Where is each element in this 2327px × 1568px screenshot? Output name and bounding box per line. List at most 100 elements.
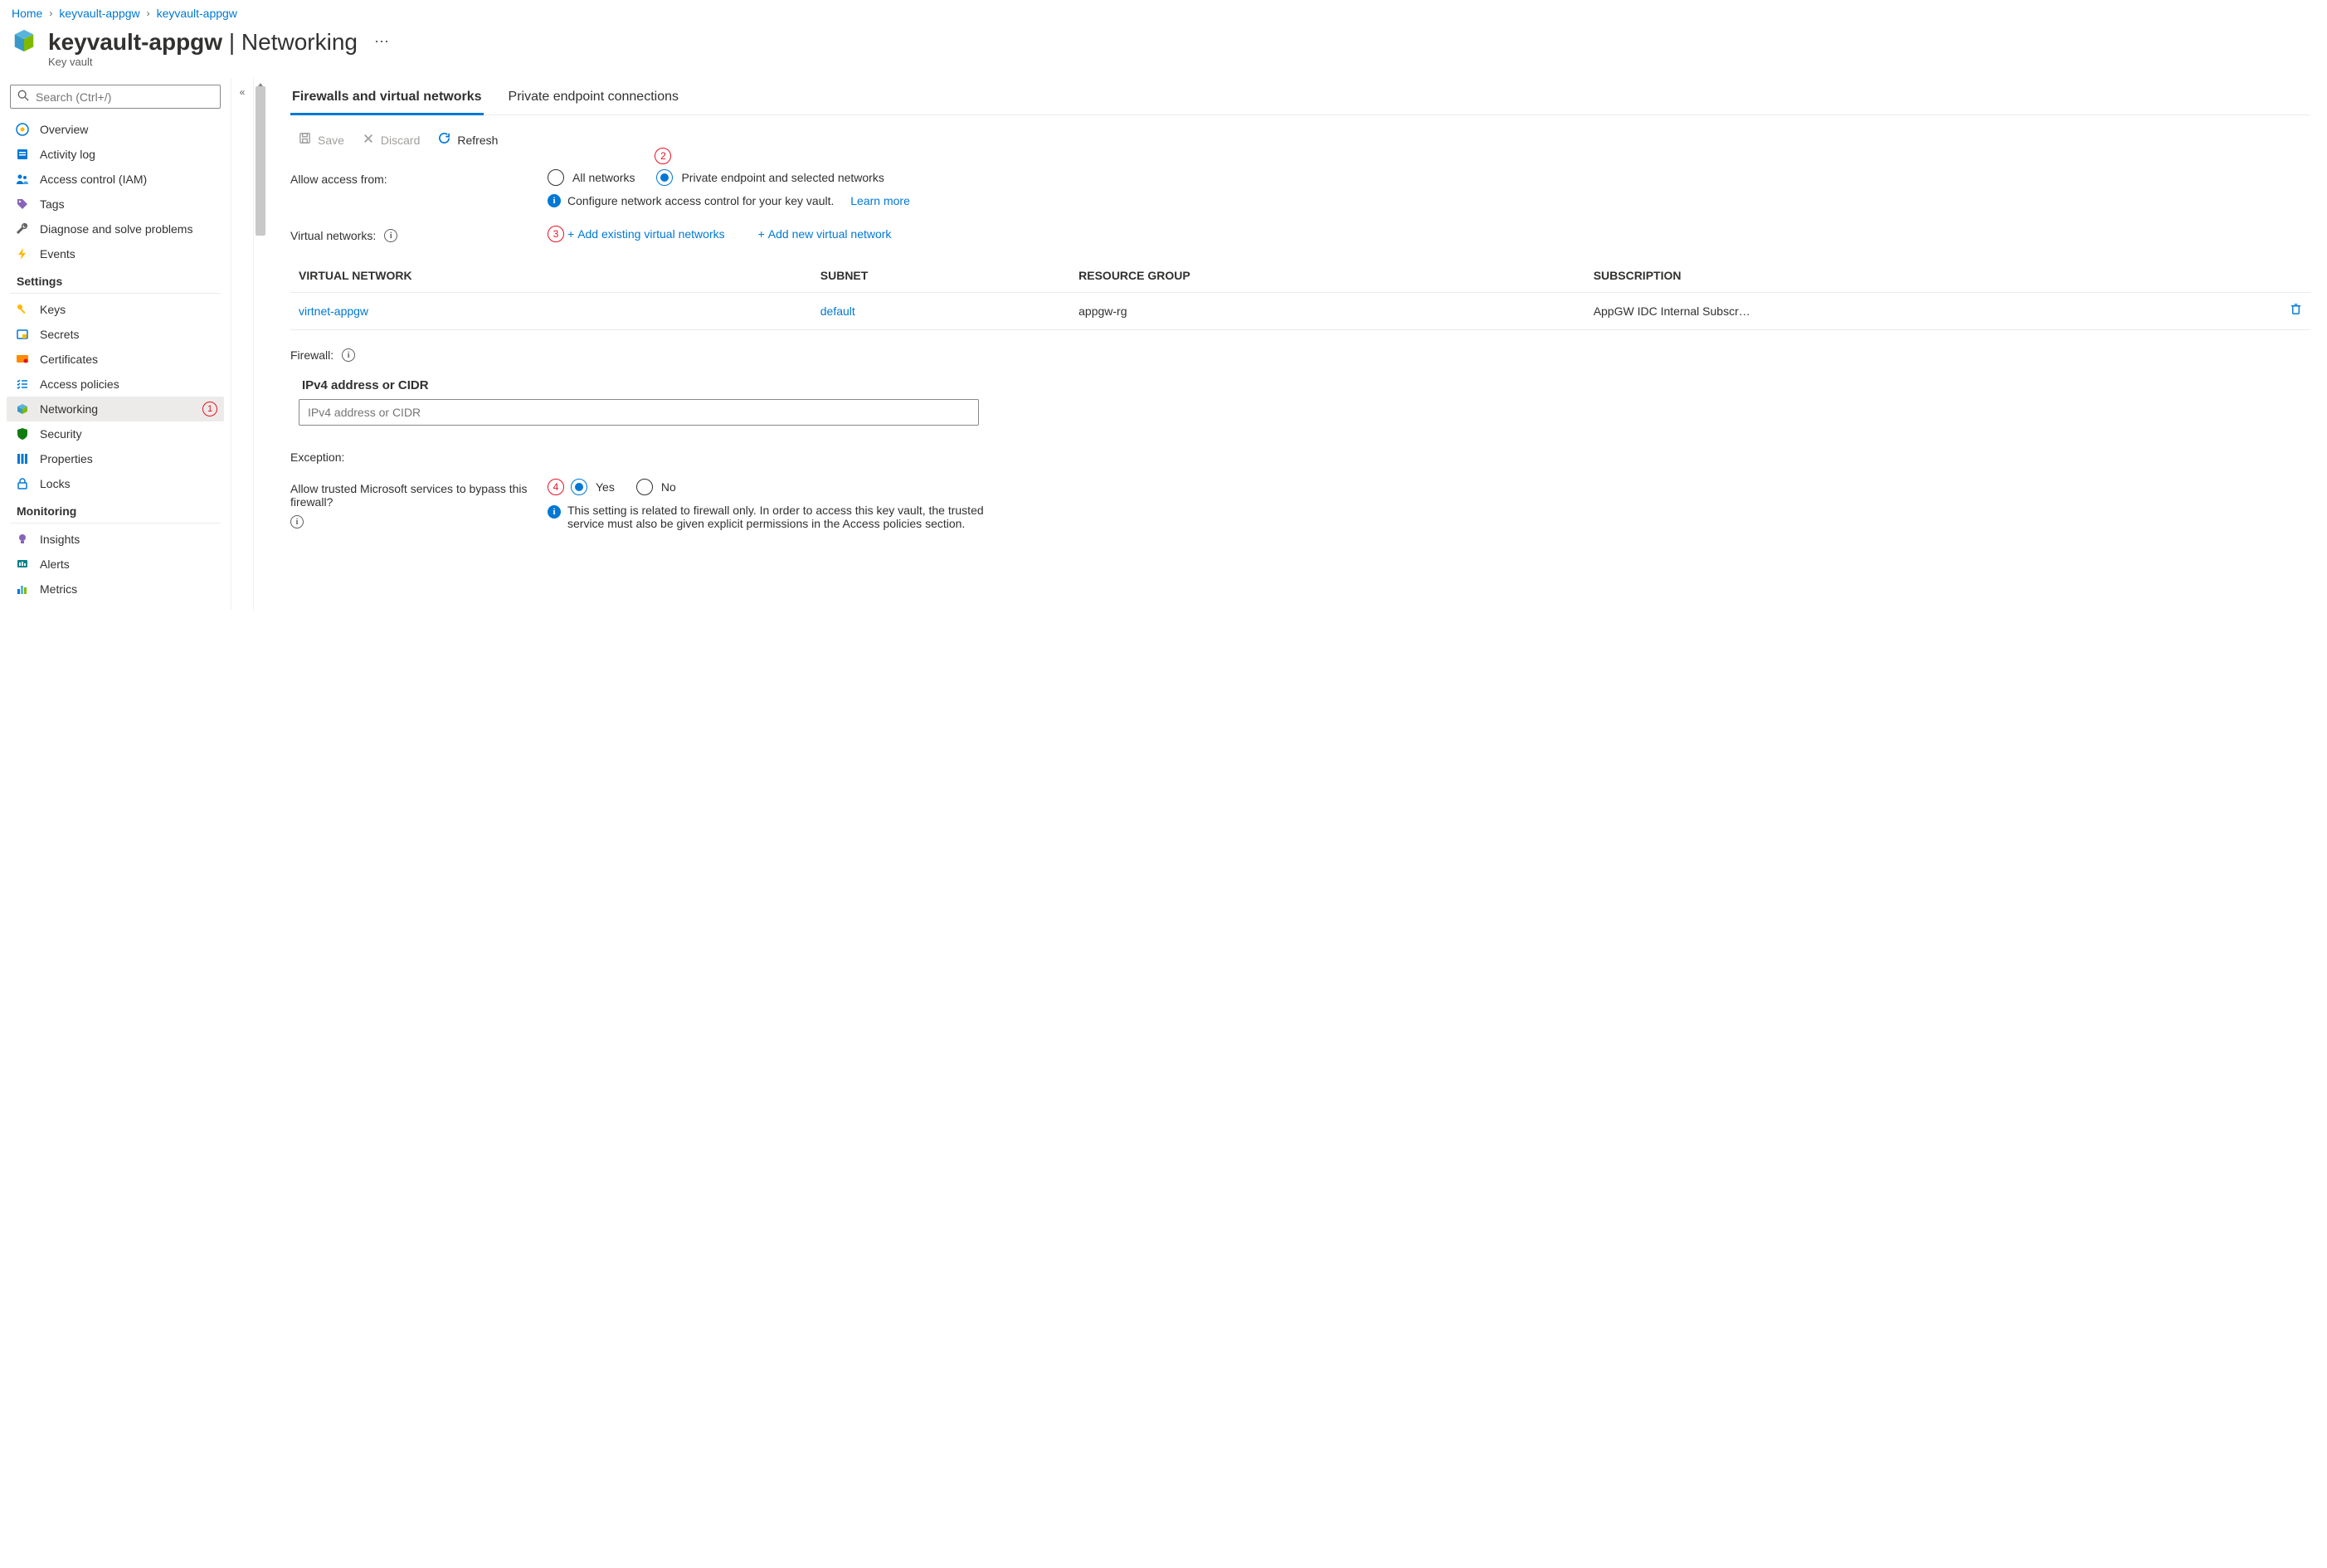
more-icon[interactable]: ⋯ (369, 33, 394, 51)
radio-icon (656, 169, 673, 186)
sidebar-item-activity[interactable]: Activity log (7, 142, 224, 167)
sidebar-item-access-policies[interactable]: Access policies (7, 372, 224, 397)
sidebar-item-overview[interactable]: Overview (7, 117, 224, 142)
key-icon (15, 303, 30, 316)
info-outline-icon[interactable]: i (384, 229, 397, 242)
exception-row: Allow trusted Microsoft services to bypa… (290, 472, 2310, 542)
vnet-table: VIRTUAL NETWORK SUBNET RESOURCE GROUP SU… (290, 259, 2310, 330)
access-info: i Configure network access control for y… (548, 186, 2310, 207)
page-title-row: keyvault-appgw | Networking ⋯ (0, 23, 2327, 57)
sidebar-item-label: Tags (40, 197, 65, 211)
col-vnet[interactable]: VIRTUAL NETWORK (290, 259, 812, 293)
scrollbar[interactable] (254, 78, 267, 610)
refresh-button[interactable]: Refresh (438, 132, 498, 148)
info-icon: i (548, 505, 561, 519)
info-outline-icon[interactable]: i (342, 348, 355, 362)
lock-icon (15, 477, 30, 490)
callout-1: 1 (202, 402, 217, 416)
sidebar-item-label: Diagnose and solve problems (40, 222, 192, 236)
sidebar-item-certs[interactable]: Certificates (7, 347, 224, 372)
chevron-left-double-icon: « (240, 86, 246, 98)
discard-button[interactable]: Discard (363, 133, 420, 148)
refresh-icon (438, 132, 450, 148)
toolbar: Save Discard Refresh (290, 127, 2310, 163)
sidebar-item-label: Security (40, 427, 82, 441)
close-icon (363, 133, 374, 148)
sidebar-item-keys[interactable]: Keys (7, 297, 224, 322)
tab-firewalls[interactable]: Firewalls and virtual networks (290, 83, 484, 115)
save-button[interactable]: Save (299, 132, 344, 148)
metrics-icon (15, 582, 30, 596)
shield-icon (15, 427, 30, 441)
sidebar-group-settings: Settings (10, 266, 221, 294)
subnet-link[interactable]: default (820, 304, 855, 318)
chevron-right-icon: › (147, 7, 150, 19)
sidebar-item-metrics[interactable]: Metrics (7, 577, 224, 601)
save-icon (299, 132, 311, 148)
sidebar-item-label: Secrets (40, 328, 79, 341)
vnet-row: Virtual networks: i 3 + Add existing vir… (290, 219, 2310, 254)
col-rg[interactable]: RESOURCE GROUP (1070, 259, 1585, 293)
col-sub[interactable]: SUBSCRIPTION (1585, 259, 2281, 293)
sidebar-item-label: Locks (40, 477, 71, 490)
tag-icon (15, 197, 30, 211)
callout-4: 4 (548, 479, 564, 495)
sidebar-item-label: Properties (40, 452, 93, 465)
info-outline-icon[interactable]: i (290, 515, 304, 528)
properties-icon (15, 452, 30, 465)
breadcrumb-l2[interactable]: keyvault-appgw (157, 7, 237, 20)
tab-private-endpoint[interactable]: Private endpoint connections (507, 83, 680, 114)
breadcrumb-l1[interactable]: keyvault-appgw (59, 7, 139, 20)
sidebar-item-diagnose[interactable]: Diagnose and solve problems (7, 217, 224, 241)
sidebar-item-networking[interactable]: Networking 1 (7, 397, 224, 421)
sidebar-item-iam[interactable]: Access control (IAM) (7, 167, 224, 192)
sidebar: Overview Activity log Access control (IA… (0, 78, 231, 610)
cidr-input[interactable] (299, 399, 979, 426)
radio-all-networks[interactable]: All networks (548, 169, 635, 186)
sidebar-item-events[interactable]: Events (7, 241, 224, 266)
breadcrumb-home[interactable]: Home (12, 7, 42, 20)
sidebar-group-monitoring: Monitoring (10, 496, 221, 523)
sidebar-item-label: Insights (40, 533, 80, 546)
col-subnet[interactable]: SUBNET (812, 259, 1070, 293)
sidebar-item-secrets[interactable]: Secrets (7, 322, 224, 347)
info-icon: i (548, 194, 561, 207)
sidebar-item-security[interactable]: Security (7, 421, 224, 446)
firewall-label: Firewall: (290, 348, 333, 362)
breadcrumb: Home › keyvault-appgw › keyvault-appgw (0, 0, 2327, 23)
radio-no[interactable]: No (636, 479, 676, 495)
sidebar-item-alerts[interactable]: Alerts (7, 552, 224, 577)
exception-question: Allow trusted Microsoft services to bypa… (290, 482, 548, 509)
add-new-vnet-link[interactable]: + Add new virtual network (758, 227, 892, 241)
sub-cell: AppGW IDC Internal Subscr… (1585, 293, 2281, 330)
content: Firewalls and virtual networks Private e… (267, 78, 2327, 610)
callout-3: 3 (548, 226, 564, 242)
chevron-right-icon: › (49, 7, 52, 19)
radio-private-endpoint[interactable]: 2 Private endpoint and selected networks (656, 169, 884, 186)
vnet-link[interactable]: virtnet-appgw (299, 304, 368, 318)
sidebar-item-label: Metrics (40, 582, 77, 596)
cidr-header: IPv4 address or CIDR (290, 370, 2310, 399)
delete-icon[interactable] (2290, 304, 2302, 319)
table-row: virtnet-appgw default appgw-rg AppGW IDC… (290, 293, 2310, 330)
sidebar-item-properties[interactable]: Properties (7, 446, 224, 471)
firewall-label-row: Firewall: i (290, 330, 2310, 370)
sidebar-item-label: Certificates (40, 353, 98, 366)
radio-yes[interactable]: Yes (571, 479, 615, 495)
search-input[interactable] (36, 90, 213, 104)
certificate-icon (15, 353, 30, 366)
sidebar-item-label: Alerts (40, 558, 70, 571)
exception-info: i This setting is related to firewall on… (548, 495, 2310, 530)
log-icon (15, 148, 30, 161)
bulb-icon (15, 533, 30, 546)
sidebar-item-tags[interactable]: Tags (7, 192, 224, 217)
allow-access-label: Allow access from: (290, 169, 548, 186)
sidebar-item-locks[interactable]: Locks (7, 471, 224, 496)
sidebar-search[interactable] (10, 85, 221, 109)
network-icon (15, 402, 30, 416)
people-icon (15, 173, 30, 186)
add-existing-vnet-link[interactable]: + Add existing virtual networks (567, 227, 725, 241)
collapse-sidebar[interactable]: « (231, 78, 254, 610)
learn-more-link[interactable]: Learn more (850, 194, 910, 207)
sidebar-item-insights[interactable]: Insights (7, 527, 224, 552)
